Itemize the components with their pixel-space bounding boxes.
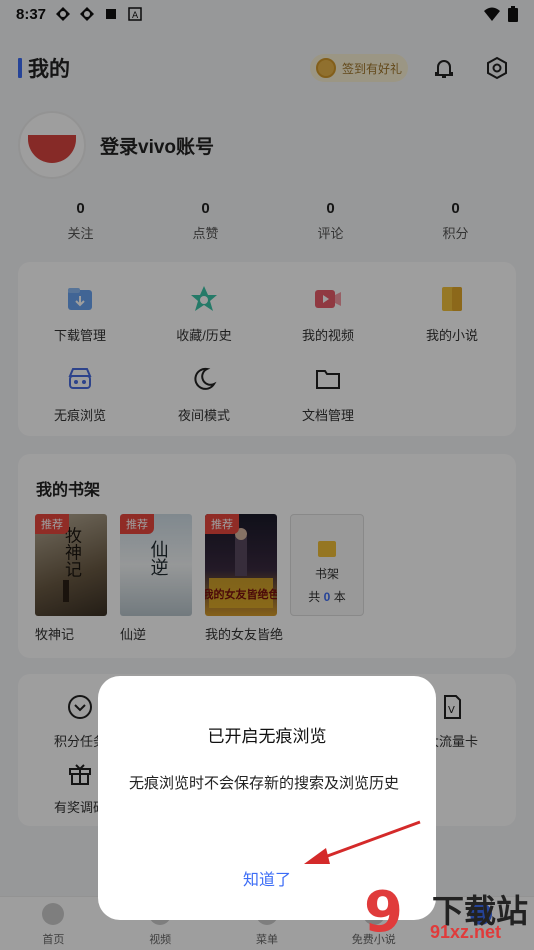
watermark-line2: 91xz.net	[430, 922, 502, 942]
dialog-title: 已开启无痕浏览	[207, 727, 327, 746]
annotation-arrow-icon	[304, 820, 421, 864]
watermark-logo: 9	[364, 880, 403, 945]
dialog-message: 无痕浏览时不会保存新的搜索及浏览历史	[129, 775, 400, 792]
site-watermark: 9 下载站 91xz.net	[364, 880, 534, 950]
